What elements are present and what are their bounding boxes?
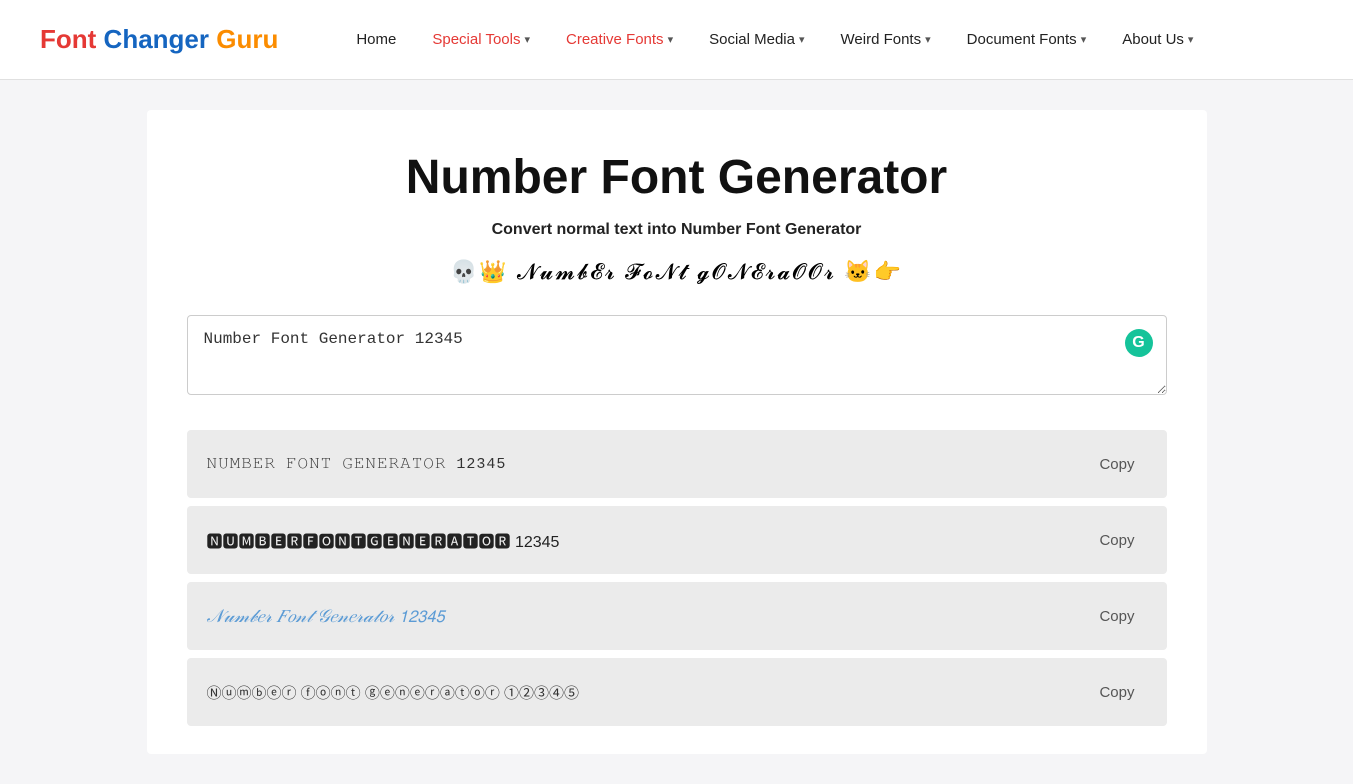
copy-button-1[interactable]: Copy xyxy=(1087,452,1146,477)
logo[interactable]: Font Changer Guru xyxy=(40,24,278,55)
nav-item-home[interactable]: Home xyxy=(338,0,414,80)
result-row-2: 🅽🆄🅼🅱🅴🆁🅵🅾🅽🆃🅶🅴🅽🅴🆁🅰🆃🅾🆁 12345 Copy xyxy=(187,506,1167,574)
nav-link-creative-fonts[interactable]: Creative Fonts ▾ xyxy=(548,0,691,80)
chevron-down-icon: ▾ xyxy=(524,0,530,80)
copy-button-4[interactable]: Copy xyxy=(1087,680,1146,705)
copy-button-3[interactable]: Copy xyxy=(1087,604,1146,629)
chevron-down-icon: ▾ xyxy=(925,0,931,80)
nav-item-special-tools[interactable]: Special Tools ▾ xyxy=(414,0,548,80)
nav-link-home[interactable]: Home xyxy=(338,0,414,80)
result-text-2: 🅽🆄🅼🅱🅴🆁🅵🅾🅽🆃🅶🅴🅽🅴🆁🅰🆃🅾🆁 12345 xyxy=(207,528,1088,552)
result-text-1: 𝙽𝚄𝙼𝙱𝙴𝚁 𝙵𝙾𝙽𝚃 𝙶𝙴𝙽𝙴𝚁𝙰𝚃𝙾𝚁 12345 xyxy=(207,455,1088,473)
nav-link-weird-fonts[interactable]: Weird Fonts ▾ xyxy=(823,0,949,80)
navbar: Font Changer Guru Home Special Tools ▾ C… xyxy=(0,0,1353,80)
result-text-3: 𝒩𝓊𝓂𝒷𝑒𝓇 𝐹𝑜𝓃𝓉 𝒢𝑒𝓃𝑒𝓇𝒶𝓉𝑜𝓇 𝟣𝟤𝟥𝟦𝟧 xyxy=(207,606,1088,627)
chevron-down-icon: ▾ xyxy=(1188,0,1194,80)
result-row-3: 𝒩𝓊𝓂𝒷𝑒𝓇 𝐹𝑜𝓃𝓉 𝒢𝑒𝓃𝑒𝓇𝒶𝓉𝑜𝓇 𝟣𝟤𝟥𝟦𝟧 Copy xyxy=(187,582,1167,650)
result-row-4: Ⓝⓤⓜⓑⓔⓡ ⓕⓞⓝⓣ ⓖⓔⓝⓔⓡⓐⓣⓞⓡ ①②③④⑤ Copy xyxy=(187,658,1167,726)
chevron-down-icon: ▾ xyxy=(799,0,805,80)
copy-button-2[interactable]: Copy xyxy=(1087,528,1146,553)
nav-item-document-fonts[interactable]: Document Fonts ▾ xyxy=(949,0,1105,80)
grammarly-icon: G xyxy=(1125,329,1153,357)
logo-changer: Changer xyxy=(96,24,209,54)
page-subtitle: Convert normal text into Number Font Gen… xyxy=(187,221,1167,239)
nav-item-creative-fonts[interactable]: Creative Fonts ▾ xyxy=(548,0,691,80)
page-title: Number Font Generator xyxy=(187,150,1167,205)
nav-item-social-media[interactable]: Social Media ▾ xyxy=(691,0,822,80)
nav-link-about-us[interactable]: About Us ▾ xyxy=(1104,0,1211,80)
result-row-1: 𝙽𝚄𝙼𝙱𝙴𝚁 𝙵𝙾𝙽𝚃 𝙶𝙴𝙽𝙴𝚁𝙰𝚃𝙾𝚁 12345 Copy xyxy=(187,430,1167,498)
main-content: Number Font Generator Convert normal tex… xyxy=(147,110,1207,754)
logo-guru: Guru xyxy=(209,24,278,54)
nav-item-about-us[interactable]: About Us ▾ xyxy=(1104,0,1211,80)
input-area: Number Font Generator 12345 G xyxy=(187,315,1167,400)
nav-link-document-fonts[interactable]: Document Fonts ▾ xyxy=(949,0,1105,80)
nav-item-weird-fonts[interactable]: Weird Fonts ▾ xyxy=(823,0,949,80)
nav-link-social-media[interactable]: Social Media ▾ xyxy=(691,0,822,80)
result-text-4: Ⓝⓤⓜⓑⓔⓡ ⓕⓞⓝⓣ ⓖⓔⓝⓔⓡⓐⓣⓞⓡ ①②③④⑤ xyxy=(207,682,1088,703)
text-input[interactable]: Number Font Generator 12345 xyxy=(187,315,1167,395)
chevron-down-icon: ▾ xyxy=(668,0,674,80)
nav-links: Home Special Tools ▾ Creative Fonts ▾ So… xyxy=(338,0,1313,80)
nav-link-special-tools[interactable]: Special Tools ▾ xyxy=(414,0,548,80)
chevron-down-icon: ▾ xyxy=(1081,0,1087,80)
decorative-text: 💀👑 𝓝𝓾𝓶𝓫𝓔𝓻 𝓕𝓸𝓝𝓽 𝓰𝓞𝓝𝓔𝓻𝓪𝓞𝓞𝓻 🐱👉 xyxy=(187,259,1167,285)
logo-font: Font xyxy=(40,24,96,54)
